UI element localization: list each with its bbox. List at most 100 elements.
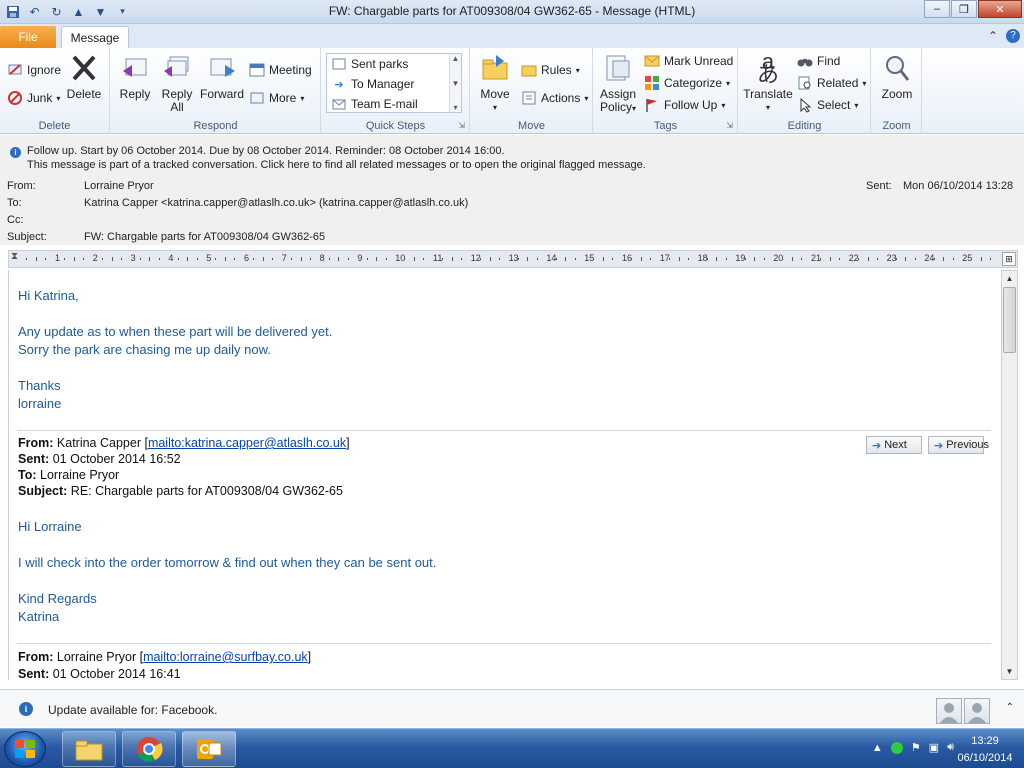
ruler-tick — [791, 257, 793, 261]
categorize-button[interactable]: Categorize ▾ — [644, 75, 730, 91]
body-line-1: Any update as to when these part will be… — [18, 324, 333, 339]
junk-button[interactable]: Junk ▾ — [7, 90, 60, 106]
scroll-down-icon[interactable]: ▼ — [452, 79, 460, 88]
outlook-icon — [197, 739, 222, 759]
ruler-number: 7 — [281, 253, 287, 263]
tab-message[interactable]: Message — [61, 26, 129, 49]
avatar[interactable] — [936, 698, 962, 724]
minimize-ribbon-icon[interactable]: ⌃ — [988, 29, 998, 43]
close-icon[interactable]: ✕ — [978, 0, 1022, 18]
ruler-tick — [536, 258, 538, 260]
expand-people-pane-icon[interactable]: ⌃ — [1006, 702, 1014, 713]
ignore-button[interactable]: Ignore — [7, 62, 61, 78]
ruler-tick — [706, 258, 708, 260]
zoom-button[interactable]: Zoom — [878, 52, 916, 101]
ruler-tick — [867, 257, 869, 261]
vertical-scrollbar[interactable]: ▲ ▼ — [1001, 270, 1018, 680]
subject-label: Subject: — [7, 231, 47, 243]
move-button[interactable]: Move ▾ — [477, 52, 513, 114]
ruler[interactable]: ⧗ 1 2 3 4 5 6 7 8 9 10 11 12 13 14 15 16 17 18 19 20 21 22 23 2… — [8, 250, 1018, 268]
help-icon[interactable]: ? — [1006, 29, 1020, 43]
avatar[interactable] — [964, 698, 990, 724]
ruler-number: 9 — [357, 253, 363, 263]
reply-all-button[interactable]: Reply All — [159, 52, 195, 114]
scroll-up-icon[interactable]: ▲ — [452, 54, 460, 63]
outlook-taskbar-button[interactable] — [182, 731, 236, 767]
scroll-thumb[interactable] — [1003, 287, 1016, 353]
ruler-toggle-icon[interactable]: ⊞ — [1002, 252, 1016, 266]
ruler-tick — [404, 258, 406, 260]
quick-steps-gallery: Sent parks ➔ To Manager Team E-mail ▲ ▼ ▾ — [326, 53, 462, 113]
tags-dialog-launcher-icon[interactable]: ⇲ — [726, 121, 733, 130]
more-button[interactable]: More ▾ — [249, 90, 304, 106]
find-button[interactable]: Find — [797, 53, 840, 69]
quick-step-sent-parks[interactable]: Sent parks — [327, 54, 461, 74]
flag-tray-icon[interactable]: ⚑ — [911, 741, 921, 754]
to-value[interactable]: Katrina Capper <katrina.capper@atlaslh.c… — [84, 197, 468, 209]
ruler-tick — [593, 258, 595, 260]
translate-button[interactable]: aあ Translate ▾ — [743, 51, 793, 114]
related-icon — [797, 75, 813, 91]
dialog-launcher-icon[interactable]: ⇲ — [458, 121, 465, 130]
follow-up-infobar[interactable]: i Follow up. Start by 06 October 2014. D… — [0, 135, 1024, 175]
tab-file[interactable]: File — [0, 26, 56, 48]
quick-steps-scroll[interactable]: ▲ ▼ ▾ — [449, 54, 461, 112]
indent-marker-icon[interactable]: ⧗ — [11, 251, 18, 262]
ruler-tick — [489, 257, 491, 261]
ruler-tick — [102, 258, 104, 260]
window-title: FW: Chargable parts for AT009308/04 GW36… — [328, 4, 696, 18]
more-icon — [249, 90, 265, 106]
next-button[interactable]: ➔ Next — [866, 436, 922, 454]
assign-policy-button[interactable]: Assign Policy▾ — [598, 52, 638, 115]
tags-group-label: Tags — [653, 120, 678, 132]
show-hidden-icons-icon[interactable]: ▲ — [872, 742, 883, 754]
ruler-tick — [650, 258, 652, 260]
rules-button[interactable]: Rules ▾ — [521, 62, 580, 78]
follow-up-button[interactable]: Follow Up ▾ — [644, 97, 725, 113]
body-line-2: Sorry the park are chasing me up daily n… — [18, 342, 271, 357]
ruler-number: 2 — [92, 253, 98, 263]
delete-button[interactable]: Delete — [64, 52, 104, 101]
previous-button[interactable]: ➔ Previous — [928, 436, 989, 454]
ruler-tick — [120, 258, 122, 260]
ruler-tick — [262, 257, 264, 261]
conversation-text[interactable]: This message is part of a tracked conver… — [27, 159, 646, 171]
ruler-tick — [139, 258, 141, 260]
ruler-tick — [413, 257, 415, 261]
ruler-tick — [45, 258, 47, 260]
mailto-link[interactable]: mailto:katrina.capper@atlaslh.co.uk — [148, 436, 346, 450]
rules-icon — [521, 62, 537, 78]
forward-button[interactable]: Forward — [200, 52, 244, 101]
quick-step-team-email[interactable]: Team E-mail — [327, 94, 461, 114]
related-button[interactable]: Related ▾ — [797, 75, 866, 91]
minimize-icon[interactable]: – — [924, 0, 950, 18]
start-button[interactable] — [4, 731, 46, 767]
envelope-icon — [644, 53, 660, 69]
actions-button[interactable]: Actions ▾ — [521, 90, 588, 106]
scroll-up-arrow-icon[interactable]: ▲ — [1002, 271, 1017, 286]
scroll-down-arrow-icon[interactable]: ▼ — [1002, 664, 1017, 679]
ruler-tick — [782, 258, 784, 260]
network-icon[interactable]: ▣ — [929, 741, 939, 754]
junk-icon — [7, 90, 23, 106]
update-text[interactable]: Update available for: Facebook. — [48, 703, 217, 717]
reply-button[interactable]: Reply — [117, 52, 153, 101]
ruler-number: 6 — [244, 253, 250, 263]
meeting-button[interactable]: Meeting — [249, 62, 312, 78]
flag-icon — [644, 97, 660, 113]
status-green-icon[interactable] — [890, 741, 903, 754]
from-value[interactable]: Lorraine Pryor — [84, 180, 154, 192]
expand-gallery-icon[interactable]: ▾ — [453, 103, 457, 112]
restore-icon[interactable]: ❐ — [951, 0, 977, 18]
message-body[interactable]: Hi Katrina, Any update as to when these … — [8, 270, 1001, 680]
quick-step-to-manager[interactable]: ➔ To Manager — [327, 74, 461, 94]
mark-unread-button[interactable]: Mark Unread — [644, 53, 733, 69]
select-button[interactable]: Select ▾ — [797, 97, 858, 113]
mailto-link-2[interactable]: mailto:lorraine@surfbay.co.uk — [143, 650, 308, 664]
ruler-tick — [716, 257, 718, 261]
chrome-taskbar-button[interactable] — [122, 731, 176, 767]
actions-icon — [521, 90, 537, 106]
explorer-taskbar-button[interactable] — [62, 731, 116, 767]
taskbar-clock[interactable]: 13:29 06/10/2014 — [952, 733, 1018, 767]
windows-logo-icon — [15, 740, 35, 758]
